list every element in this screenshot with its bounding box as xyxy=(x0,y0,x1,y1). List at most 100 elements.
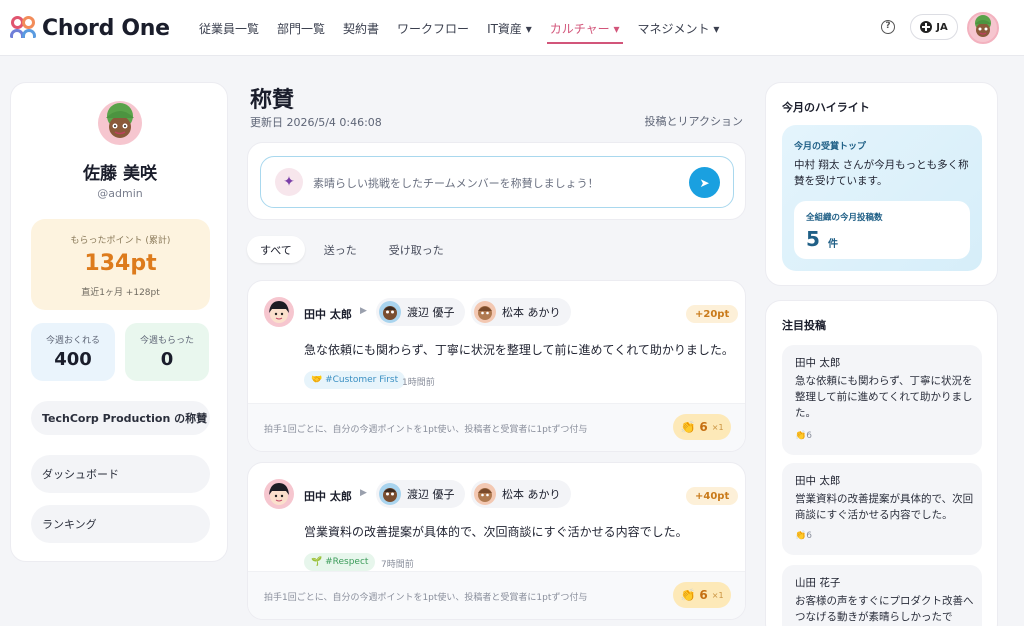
dashboard-button[interactable]: ダッシュボード xyxy=(31,455,210,493)
recipient-name: 松本 あかり xyxy=(502,306,561,319)
nav-it-assets[interactable]: IT資産 ▾ xyxy=(478,0,541,56)
recipient-chip[interactable]: 渡辺 優子 xyxy=(376,298,465,326)
logo-icon xyxy=(10,15,38,41)
featured-text: 急な依頼にも関わらず、丁寧に状況を整理して前に進めてくれて助かりました。 xyxy=(795,375,973,419)
tab-all[interactable]: すべて xyxy=(247,236,305,263)
profile-card: 佐藤 美咲 @admin もらったポイント (累計) 134pt 直近1ヶ月 +… xyxy=(10,82,228,562)
clap-count: 6 xyxy=(699,588,708,602)
post-time: 7時間前 xyxy=(381,560,414,570)
post-footer: 拍手1回ごとに、自分の今週ポイントを1pt使い、投稿者と受賞者に1ptずつ付与 … xyxy=(248,571,745,619)
send-icon: ➤ xyxy=(699,175,710,190)
featured-claps: 👏6 xyxy=(795,431,812,441)
post-time: 1時間前 xyxy=(402,378,435,388)
nav-employees[interactable]: 従業員一覧 xyxy=(190,0,268,56)
feed-tabs: すべて 送った 受け取った xyxy=(247,236,463,263)
language-button[interactable]: JA xyxy=(910,14,958,40)
profile-avatar xyxy=(98,101,142,145)
recipient-name: 渡辺 優子 xyxy=(407,488,455,501)
profile-name: 佐藤 美咲 xyxy=(83,164,157,184)
clap-icon: 👏 xyxy=(680,420,696,434)
value-tag[interactable]: 🤝 #Customer First xyxy=(304,371,406,389)
points-value: 134pt xyxy=(84,251,157,276)
user-avatar[interactable] xyxy=(967,12,999,44)
app-name: Chord One xyxy=(42,15,170,41)
posts-reactions-label: 投稿とリアクション xyxy=(644,115,743,128)
recipient-chip[interactable]: 松本 あかり xyxy=(471,480,571,508)
sender-avatar[interactable] xyxy=(264,297,294,327)
page-title: 称賛 xyxy=(250,88,295,113)
org-posts-value: 5 xyxy=(806,227,820,251)
points-badge: +40pt xyxy=(686,487,739,505)
app-logo[interactable]: Chord One xyxy=(10,13,170,43)
featured-post[interactable]: 田中 太郎 営業資料の改善提案が具体的で、次回商談にすぐ活かせる内容でした。 👏… xyxy=(782,463,982,555)
clap-explanation: 拍手1回ごとに、自分の今週ポイントを1pt使い、投稿者と受賞者に1ptずつ付与 xyxy=(264,593,588,603)
clap-button[interactable]: 👏 6 ×1 xyxy=(673,582,731,608)
recipient-chip[interactable]: 渡辺 優子 xyxy=(376,480,465,508)
recipient-chip[interactable]: 松本 あかり xyxy=(471,298,571,326)
points-summary: もらったポイント (累計) 134pt 直近1ヶ月 +128pt xyxy=(31,219,210,310)
featured-author: 田中 太郎 xyxy=(795,357,841,369)
main-nav: 従業員一覧 部門一覧 契約書 ワークフロー IT資産 ▾ カルチャー ▾ マネジ… xyxy=(190,0,728,56)
featured-clap-count: 6 xyxy=(806,531,812,541)
nav-contracts[interactable]: 契約書 xyxy=(334,0,388,56)
featured-author: 田中 太郎 xyxy=(795,475,841,487)
clap-explanation: 拍手1回ごとに、自分の今週ポイントを1pt使い、投稿者と受賞者に1ptずつ付与 xyxy=(264,425,588,435)
help-icon[interactable]: ? xyxy=(881,20,895,34)
tab-received[interactable]: 受け取った xyxy=(376,236,457,263)
arrow-right-icon: ▶ xyxy=(360,488,367,498)
value-tag[interactable]: 🌱 #Respect xyxy=(304,553,376,571)
praise-post: 田中 太郎 ▶ 渡辺 優子 松本 あかり +20pt 急な依頼にも関わらず、丁寧… xyxy=(247,280,746,452)
my-clap-count: ×1 xyxy=(711,422,724,432)
nav-departments[interactable]: 部門一覧 xyxy=(268,0,334,56)
clap-icon: 👏 xyxy=(795,531,807,541)
sender-avatar[interactable] xyxy=(264,479,294,509)
award-text: 中村 翔太 さんが今月もっとも多く称賛を受けています。 xyxy=(794,159,969,187)
give-value: 400 xyxy=(54,349,92,370)
org-praise-button[interactable]: TechCorp Production の称賛 xyxy=(31,401,210,435)
post-header: 田中 太郎 ▶ 渡辺 優子 松本 あかり +20pt xyxy=(264,297,739,327)
featured-post[interactable]: 山田 花子 お客様の声をすぐにプロダクト改善へつなげる動きが素晴らしかったで xyxy=(782,565,982,626)
clap-button[interactable]: 👏 6 ×1 xyxy=(673,414,731,440)
compose-input[interactable]: ✦ 素晴らしい挑戦をしたチームメンバーを称賛しましょう！ ➤ xyxy=(260,156,734,208)
top-bar: Chord One 従業員一覧 部門一覧 契約書 ワークフロー IT資産 ▾ カ… xyxy=(0,0,1024,56)
org-posts-stat: 全組織の今月投稿数 5 件 xyxy=(794,201,970,259)
clap-count: 6 xyxy=(699,420,708,434)
featured-text: 営業資料の改善提案が具体的で、次回商談にすぐ活かせる内容でした。 xyxy=(795,493,974,521)
points-label: もらったポイント (累計) xyxy=(70,236,171,246)
highlight-title: 今月のハイライト xyxy=(782,101,870,114)
language-label: JA xyxy=(936,21,948,33)
give-label: 今週おくれる xyxy=(45,336,100,346)
featured-posts-card: 注目投稿 田中 太郎 急な依頼にも関わらず、丁寧に状況を整理して前に進めてくれて… xyxy=(765,300,998,626)
globe-icon xyxy=(920,21,933,33)
nav-culture[interactable]: カルチャー ▾ xyxy=(541,0,629,56)
tag-label: #Customer First xyxy=(325,375,399,385)
compose-placeholder: 素晴らしい挑戦をしたチームメンバーを称賛しましょう！ xyxy=(313,177,599,190)
weekly-give-stat: 今週おくれる 400 xyxy=(31,323,115,381)
featured-author: 山田 花子 xyxy=(795,577,841,589)
recipient-name: 松本 あかり xyxy=(502,488,561,501)
arrow-right-icon: ▶ xyxy=(360,306,367,316)
sparkle-icon: ✦ xyxy=(275,168,303,196)
got-value: 0 xyxy=(160,349,174,370)
nav-management[interactable]: マネジメント ▾ xyxy=(629,0,729,56)
points-recent: 直近1ヶ月 +128pt xyxy=(81,288,160,298)
send-button[interactable]: ➤ xyxy=(689,167,720,198)
featured-post[interactable]: 田中 太郎 急な依頼にも関わらず、丁寧に状況を整理して前に進めてくれて助かりまし… xyxy=(782,345,982,455)
updated-timestamp: 更新日 2026/5/4 0:46:08 xyxy=(250,116,382,129)
profile-handle: @admin xyxy=(97,187,143,200)
nav-workflow[interactable]: ワークフロー xyxy=(388,0,478,56)
sender-name: 田中 太郎 xyxy=(304,490,352,503)
recipient-avatar xyxy=(474,301,496,323)
my-clap-count: ×1 xyxy=(711,590,724,600)
featured-text: お客様の声をすぐにプロダクト改善へつなげる動きが素晴らしかったで xyxy=(795,595,974,623)
featured-clap-count: 6 xyxy=(806,431,812,441)
ranking-button[interactable]: ランキング xyxy=(31,505,210,543)
tab-sent[interactable]: 送った xyxy=(311,236,370,263)
sender-name: 田中 太郎 xyxy=(304,308,352,321)
recipient-name: 渡辺 優子 xyxy=(407,306,455,319)
recipient-avatar xyxy=(379,301,401,323)
org-posts-unit: 件 xyxy=(828,239,838,250)
clap-icon: 👏 xyxy=(795,431,807,441)
clap-icon: 👏 xyxy=(680,588,696,602)
recipient-avatar xyxy=(379,483,401,505)
